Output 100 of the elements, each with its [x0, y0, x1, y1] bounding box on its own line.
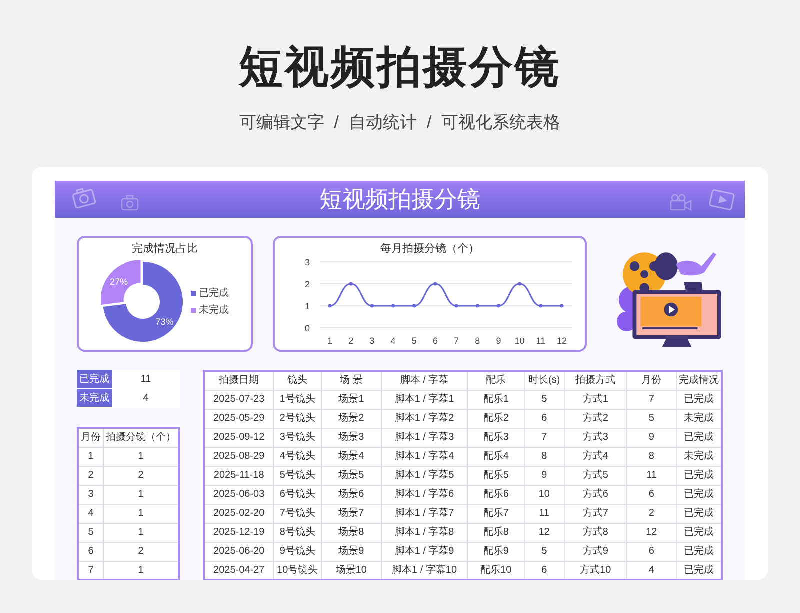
table-cell: 场景7	[322, 504, 382, 523]
table-cell: 脚本1 / 字幕2	[381, 409, 468, 428]
table-cell: 8号镜头	[274, 523, 322, 542]
axis-tick-label: 1	[328, 336, 333, 346]
chart-title: 每月拍摄分镜（个）	[380, 242, 480, 257]
axis-tick-label: 7	[454, 336, 460, 346]
table-cell: 2025-05-29	[204, 409, 274, 428]
table-cell: 脚本1 / 字幕5	[381, 466, 468, 485]
table-cell: 场景3	[322, 428, 382, 447]
table-cell: 配乐6	[468, 485, 524, 504]
table-cell: 方式9	[564, 542, 627, 561]
axis-tick-label: 3	[305, 258, 310, 267]
table-cell: 脚本1 / 字幕6	[381, 485, 468, 504]
table-cell: 5	[626, 409, 676, 428]
table-cell: 4	[78, 504, 104, 523]
table-cell: 配乐7	[468, 504, 524, 523]
table-cell: 6	[78, 542, 104, 561]
table-cell: 7号镜头	[274, 504, 322, 523]
table-cell: 方式7	[564, 504, 627, 523]
axis-tick-label: 2	[305, 279, 310, 289]
table-cell: 6号镜头	[274, 485, 322, 504]
axis-tick-label: 1	[305, 301, 310, 311]
page-title: 短视频拍摄分镜	[239, 42, 561, 94]
column-header: 配乐	[468, 371, 524, 390]
column-header: 月份	[626, 371, 676, 390]
table-cell: 脚本1 / 字幕9	[381, 542, 468, 561]
axis-tick-label: 4	[390, 336, 396, 346]
legend-label: 已完成	[199, 286, 230, 300]
table-cell: 场景4	[322, 447, 382, 466]
data-label: 73%	[156, 316, 174, 327]
table-cell: 8	[626, 447, 676, 466]
table-cell: 脚本1 / 字幕3	[381, 428, 468, 447]
table-cell: 配乐3	[468, 428, 524, 447]
data-point	[434, 282, 438, 286]
table-cell: 脚本1 / 字幕8	[381, 523, 468, 542]
table-cell: 2025-12-19	[204, 523, 274, 542]
camera-icon	[121, 195, 139, 211]
table-cell: 9	[626, 428, 676, 447]
video-camera-icon	[669, 193, 693, 213]
axis-tick-label: 3	[370, 336, 375, 346]
status-label: 未完成	[77, 389, 112, 408]
subtitle-text: /	[334, 112, 339, 134]
table-cell: 2025-02-20	[204, 504, 274, 523]
table-cell: 10	[524, 485, 564, 504]
table-cell: 3	[78, 485, 104, 504]
data-label: 27%	[110, 276, 128, 286]
table-cell: 场景5	[322, 466, 382, 485]
data-point	[518, 282, 522, 286]
table-cell: 方式5	[564, 466, 627, 485]
table-cell: 5	[524, 542, 564, 561]
table-cell: 9号镜头	[274, 542, 322, 561]
table-cell: 场景8	[322, 523, 382, 542]
column-header: 脚本 / 字幕	[381, 371, 468, 390]
banner-title: 短视频拍摄分镜	[320, 188, 480, 211]
table-cell: 11	[626, 466, 676, 485]
table-cell: 方式1	[564, 390, 627, 409]
data-point	[328, 304, 332, 308]
axis-tick-label: 11	[536, 336, 546, 346]
data-point	[392, 304, 396, 308]
table-cell: 配乐2	[468, 409, 524, 428]
table-cell: 脚本1 / 字幕1	[381, 390, 468, 409]
table-cell: 2	[626, 504, 676, 523]
chart-title: 完成情况占比	[132, 242, 198, 257]
axis-tick-label: 0	[305, 323, 310, 333]
table-cell: 方式3	[564, 428, 627, 447]
table-cell: 6	[626, 542, 676, 561]
data-point	[370, 304, 374, 308]
table-cell: 5	[524, 390, 564, 409]
table-cell: 配乐8	[468, 523, 524, 542]
column-header: 时长(s)	[524, 371, 564, 390]
table-cell: 2025-08-29	[204, 447, 274, 466]
table-cell: 6	[524, 409, 564, 428]
table-cell: 1号镜头	[274, 390, 322, 409]
subtitle-text: 可编辑文字	[239, 112, 324, 134]
axis-tick-label: 2	[348, 336, 354, 346]
data-point	[496, 304, 501, 308]
table-cell: 脚本1 / 字幕7	[381, 504, 468, 523]
axis-tick-label: 10	[514, 336, 525, 346]
axis-tick-label: 6	[432, 336, 438, 346]
table-cell: 配乐4	[468, 447, 524, 466]
table-cell: 2025-06-03	[204, 485, 274, 504]
table-cell: 方式8	[564, 523, 627, 542]
table-cell: 6	[626, 485, 676, 504]
table-cell: 方式6	[564, 485, 627, 504]
table-cell: 场景1	[322, 390, 382, 409]
table-cell: 4号镜头	[274, 447, 322, 466]
axis-tick-label: 8	[475, 336, 480, 346]
axis-tick-label: 9	[496, 336, 502, 346]
table-cell: 7	[524, 428, 564, 447]
table-cell: 配乐1	[468, 390, 524, 409]
camera-icon	[71, 186, 97, 210]
data-point	[454, 304, 458, 308]
table-cell: 9	[524, 466, 564, 485]
table-cell: 场景2	[322, 409, 382, 428]
column-header: 拍摄方式	[564, 371, 627, 390]
status-count: 4	[112, 389, 180, 408]
legend-label: 未完成	[199, 304, 230, 318]
table-cell: 12	[626, 523, 676, 542]
table-cell: 配乐9	[468, 542, 524, 561]
data-point	[412, 304, 416, 308]
